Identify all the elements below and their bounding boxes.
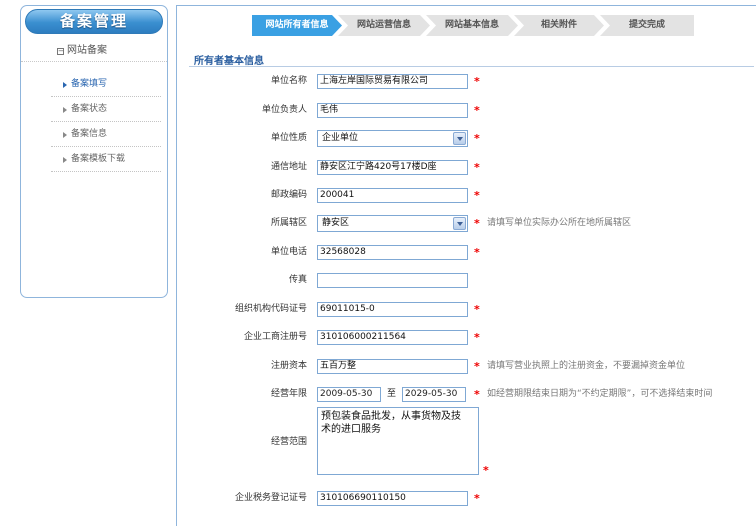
sidebar-item-filing-status[interactable]: 备案状态 [51,97,161,122]
row-district: 所属辖区 静安区 * 请填写单位实际办公所在地所属辖区 [177,215,756,232]
unit-nature-select[interactable]: 企业单位 [317,130,468,147]
business-reg-input[interactable]: 310106000211564 [317,330,468,345]
row-unit-name: 单位名称 上海左岸国际贸易有限公司 * [177,73,756,90]
label-postcode: 邮政编码 [270,190,307,200]
chevron-down-icon[interactable] [453,217,466,230]
label-unit-name: 单位名称 [270,76,307,86]
row-address: 通信地址 静安区江宁路420号17楼D座 * [177,159,756,176]
row-unit-leader: 单位负责人 毛伟 * [177,102,756,119]
row-capital: 注册资本 五百万整 * 请填写营业执照上的注册资金，不要漏掉资金单位 [177,358,756,375]
collapse-icon[interactable]: − [57,48,64,55]
row-postcode: 邮政编码 200041 * [177,187,756,204]
postcode-input[interactable]: 200041 [317,188,468,203]
label-address: 通信地址 [270,162,307,172]
sidebar-item-filing-info[interactable]: 备案信息 [51,122,161,147]
required-mark: * [474,161,480,174]
address-input[interactable]: 静安区江宁路420号17楼D座 [317,160,468,175]
district-value: 静安区 [322,218,350,228]
required-mark: * [474,492,480,505]
sidebar-menu: 备案填写 备案状态 备案信息 备案模板下载 [51,72,161,172]
required-mark: * [474,303,480,316]
sidebar-section-website-filing[interactable]: − 网站备案 [21,40,167,62]
row-phone: 单位电话 32568028 * [177,244,756,261]
sidebar-item-template-download[interactable]: 备案模板下载 [51,147,161,172]
row-org-code: 组织机构代码证号 69011015-0 * [177,301,756,318]
district-select[interactable]: 静安区 [317,215,468,232]
fax-input[interactable] [317,273,468,288]
tax-reg-input[interactable]: 310106690110150 [317,491,468,506]
step-submit-complete[interactable]: 提交完成 [600,15,694,36]
section-divider [189,66,754,67]
label-business-reg: 企业工商注册号 [243,332,307,342]
required-mark: * [474,75,480,88]
label-unit-leader: 单位负责人 [261,105,307,115]
unit-leader-input[interactable]: 毛伟 [317,103,468,118]
chevron-down-icon[interactable] [453,132,466,145]
label-scope: 经营范围 [270,437,307,447]
row-term: 经营年限 2009-05-30 至 2029-05-30 * 如经营期限结束日期… [177,386,756,403]
label-tax-reg: 企业税务登记证号 [234,493,307,503]
label-district: 所属辖区 [270,218,307,228]
step-operation-info[interactable]: 网站运营信息 [338,15,430,36]
term-hint: 如经营期限结束日期为“不约定期限”，可不选择结束时间 [487,389,713,399]
row-tax-reg: 企业税务登记证号 310106690110150 * [177,490,756,507]
label-phone: 单位电话 [270,247,307,257]
term-end-input[interactable]: 2029-05-30 [402,387,466,402]
sidebar-item-filing-form[interactable]: 备案填写 [51,72,161,97]
required-mark: * [474,217,480,230]
required-mark: * [483,464,489,477]
required-mark: * [474,388,480,401]
unit-nature-value: 企业单位 [322,133,359,143]
label-term: 经营年限 [270,389,307,399]
required-mark: * [474,132,480,145]
row-unit-nature: 单位性质 企业单位 * [177,130,756,147]
step-attachments[interactable]: 相关附件 [514,15,604,36]
row-fax: 传真 [177,272,756,289]
main-panel: 网站所有者信息 网站运营信息 网站基本信息 相关附件 提交完成 所有者基本信息 … [176,5,756,526]
scope-textarea[interactable]: 预包装食品批发，从事货物及技 术的进口服务 [317,407,479,475]
label-fax: 传真 [288,275,307,285]
required-mark: * [474,189,480,202]
section-title: 所有者基本信息 [194,56,264,67]
unit-name-input[interactable]: 上海左岸国际贸易有限公司 [317,74,468,89]
label-capital: 注册资本 [270,361,307,371]
label-unit-nature: 单位性质 [270,133,307,143]
required-mark: * [474,360,480,373]
district-hint: 请填写单位实际办公所在地所属辖区 [487,218,632,228]
label-org-code: 组织机构代码证号 [234,304,307,314]
step-owner-info[interactable]: 网站所有者信息 [252,15,342,36]
phone-input[interactable]: 32568028 [317,245,468,260]
sidebar: 备案管理 − 网站备案 备案填写 备案状态 备案信息 备案模板下载 [20,5,168,298]
term-to-label: 至 [387,389,397,399]
row-business-reg: 企业工商注册号 310106000211564 * [177,329,756,346]
capital-input[interactable]: 五百万整 [317,359,468,374]
row-scope: 经营范围 预包装食品批发，从事货物及技 术的进口服务 * [177,407,756,477]
term-start-input[interactable]: 2009-05-30 [317,387,381,402]
capital-hint: 请填写营业执照上的注册资金，不要漏掉资金单位 [487,361,686,371]
required-mark: * [474,246,480,259]
required-mark: * [474,331,480,344]
required-mark: * [474,104,480,117]
step-basic-info[interactable]: 网站基本信息 [426,15,518,36]
sidebar-section-label: 网站备案 [67,45,107,56]
sidebar-title: 备案管理 [25,9,163,34]
org-code-input[interactable]: 69011015-0 [317,302,468,317]
